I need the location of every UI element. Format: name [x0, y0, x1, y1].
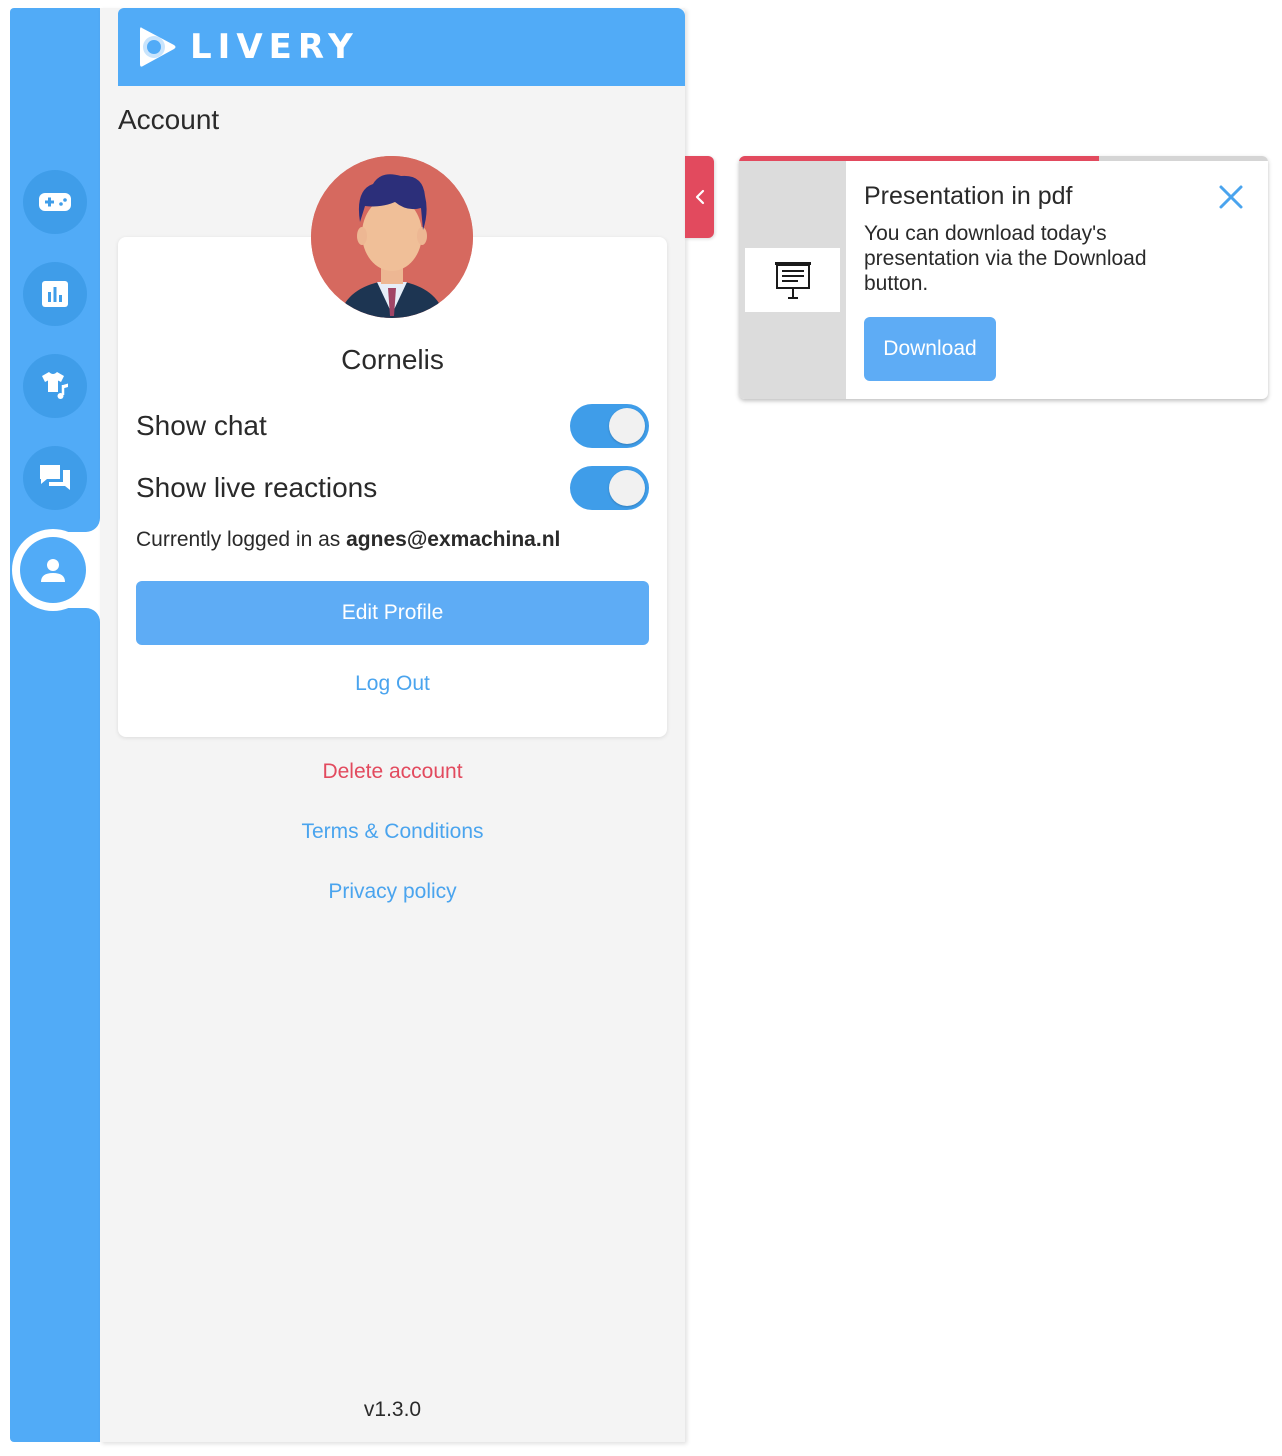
toggle-knob: [609, 408, 645, 444]
user-icon: [41, 559, 65, 582]
bar-chart-icon: [42, 281, 68, 307]
avatar-illustration: [311, 156, 473, 318]
notification-body: You can download today's presentation vi…: [864, 222, 1147, 295]
download-button[interactable]: Download: [864, 317, 996, 381]
sidebar-item-polls[interactable]: [23, 262, 87, 326]
presentation-board-icon: [774, 262, 811, 299]
chat-icon: [40, 465, 70, 490]
gamepad-icon: [39, 193, 71, 211]
setting-show-live-reactions: Show live reactions: [136, 466, 649, 510]
livery-play-logo-icon: [140, 27, 176, 67]
notification-title: Presentation in pdf: [864, 182, 1073, 210]
notification-thumbnail: [745, 248, 840, 312]
sidebar-item-account-badge: [20, 537, 86, 603]
setting-label: Show chat: [136, 410, 267, 441]
close-icon: [1219, 185, 1243, 209]
setting-label: Show live reactions: [136, 472, 378, 503]
app-version: v1.3.0: [363, 1398, 422, 1421]
app-header: LIVERY: [118, 8, 685, 86]
avatar: [311, 156, 473, 318]
page-title: Account: [118, 104, 220, 135]
user-name: Cornelis: [341, 344, 444, 375]
notification-toast: Presentation in pdf You can download tod…: [739, 156, 1268, 399]
terms-conditions-link[interactable]: Terms & Conditions: [100, 820, 685, 844]
show-chat-toggle[interactable]: [570, 404, 649, 448]
chevron-left-icon: [695, 189, 704, 205]
shirt-music-icon: [42, 372, 68, 399]
privacy-policy-link[interactable]: Privacy policy: [100, 880, 685, 904]
notification-close-button[interactable]: [1214, 180, 1248, 214]
setting-show-chat: Show chat: [136, 404, 649, 448]
sidebar-item-games[interactable]: [23, 170, 87, 234]
edit-profile-button[interactable]: Edit Profile: [136, 581, 649, 645]
logged-in-prefix: Currently logged in as: [136, 528, 341, 551]
brand-name: LIVERY: [190, 27, 359, 67]
toggle-knob: [609, 470, 645, 506]
sidebar-item-chat[interactable]: [23, 446, 87, 510]
delete-account-link[interactable]: Delete account: [100, 760, 685, 784]
show-live-reactions-toggle[interactable]: [570, 466, 649, 510]
sidebar-rail: [10, 8, 100, 1442]
logged-in-status: Currently logged in as agnes@exmachina.n…: [136, 528, 560, 552]
log-out-link[interactable]: Log Out: [100, 672, 685, 696]
logged-in-email: agnes@exmachina.nl: [346, 528, 561, 551]
sidebar-item-merch[interactable]: [23, 354, 87, 418]
sidebar-item-account[interactable]: [12, 529, 94, 611]
notification-thumbnail-area: [739, 161, 846, 399]
account-panel: LIVERY Account Cornelis Show chat Show l…: [100, 8, 685, 1442]
collapse-panel-tab[interactable]: [685, 156, 714, 238]
